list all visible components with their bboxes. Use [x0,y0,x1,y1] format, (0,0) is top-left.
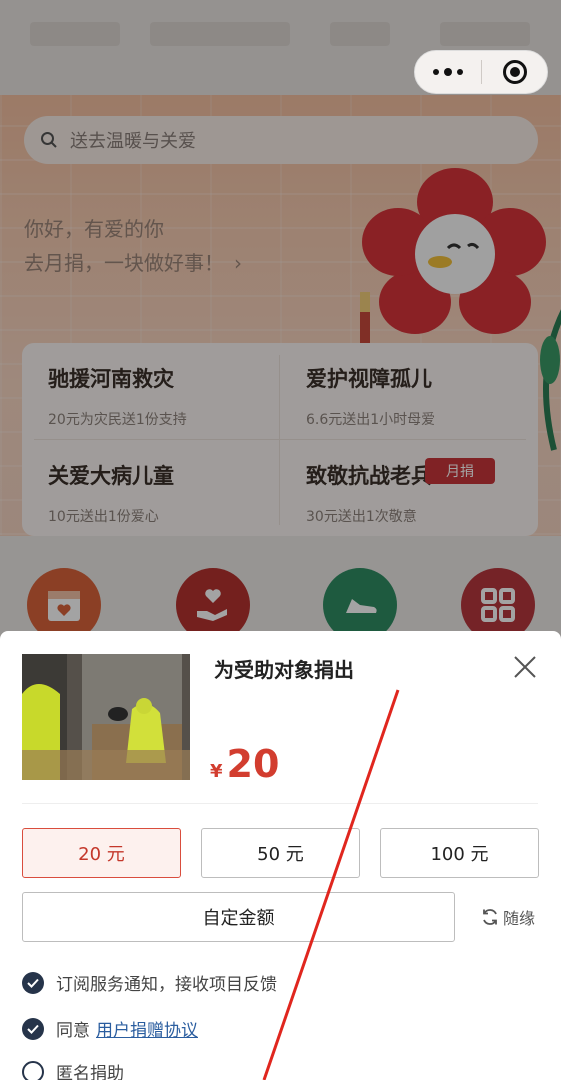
currency-symbol: ¥ [210,761,223,782]
refresh-icon [483,909,497,925]
donation-amount: ¥ 20 [210,742,279,786]
anonymous-label: 匿名捐助 [56,1064,124,1080]
amount-value: 20 [226,742,280,786]
agreement-prefix: 同意 [56,1021,90,1041]
checkbox-checked-icon[interactable] [22,1017,44,1040]
project-photo [22,654,190,780]
agreement-link[interactable]: 用户捐赠协议 [96,1016,198,1041]
checkbox-checked-icon[interactable] [22,971,44,994]
miniprogram-capsule [414,50,548,94]
more-icon[interactable] [415,51,481,93]
close-icon[interactable] [512,654,538,680]
close-miniprogram-icon[interactable] [482,60,547,84]
agreement-option[interactable]: 同意 用户捐赠协议 [22,1016,198,1041]
amount-option-20[interactable]: 20 元 [22,828,181,878]
sheet-title: 为受助对象捐出 [214,658,354,682]
sheet-divider [22,803,538,804]
anonymous-option[interactable]: 匿名捐助 [22,1059,124,1080]
modal-overlay[interactable] [0,0,561,640]
random-amount-button[interactable]: 随缘 [481,905,535,929]
amount-option-100[interactable]: 100 元 [380,828,539,878]
amount-option-50[interactable]: 50 元 [201,828,360,878]
background-page: 送去温暖与关爱 你好，有爱的你 去月捐，一块做好事！ › 驰援河南救灾 20元为灾… [0,0,561,640]
checkbox-unchecked-icon[interactable] [22,1060,44,1080]
subscribe-label: 订阅服务通知，接收项目反馈 [56,975,277,995]
random-label: 随缘 [503,909,536,928]
subscribe-option[interactable]: 订阅服务通知，接收项目反馈 [22,970,277,995]
custom-amount-button[interactable]: 自定金额 [22,892,455,942]
